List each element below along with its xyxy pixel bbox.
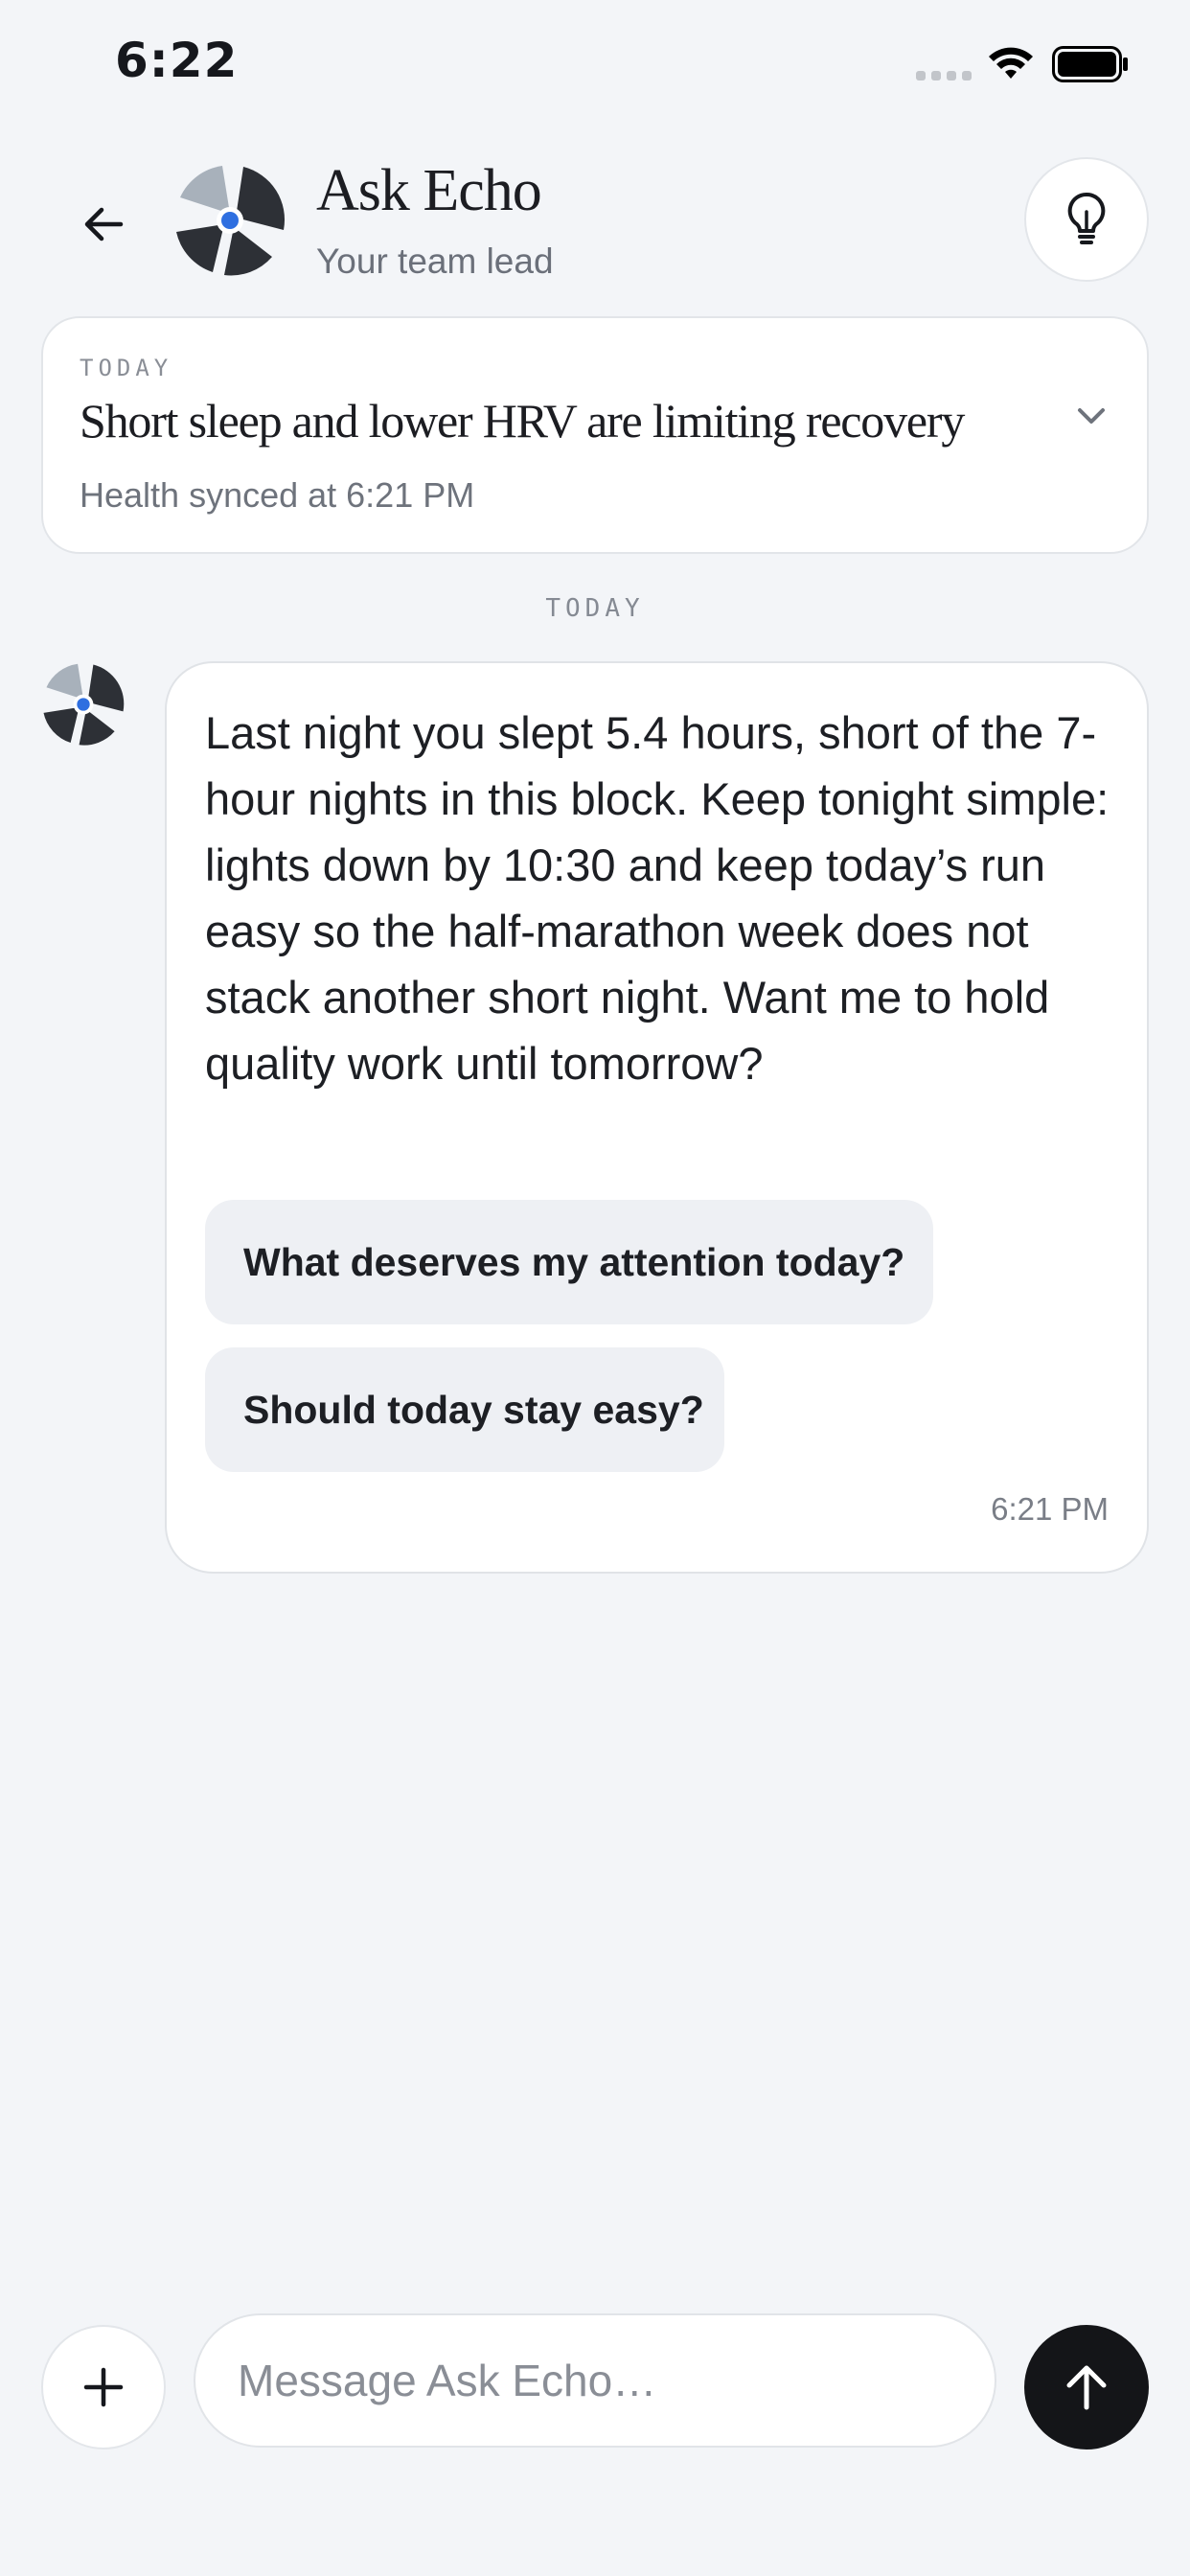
- status-time: 6:22: [115, 33, 239, 88]
- chat-title: Ask Echo: [316, 158, 542, 223]
- back-button[interactable]: [69, 190, 138, 259]
- suggestion-chip[interactable]: What deserves my attention today?: [205, 1200, 933, 1324]
- day-divider: TODAY: [545, 594, 645, 623]
- status-bar: 6:22: [0, 0, 1190, 134]
- tips-button[interactable]: [1024, 157, 1149, 282]
- plus-icon: [83, 2367, 124, 2407]
- lightbulb-icon: [1067, 192, 1106, 244]
- add-attachment-button[interactable]: [41, 2325, 166, 2450]
- chat-subtitle: Your team lead: [316, 242, 554, 281]
- suggestion-chip[interactable]: Should today stay easy?: [205, 1347, 724, 1472]
- cellular-signal-icon: [916, 71, 972, 80]
- message-text: Last night you slept 5.4 hours, short of…: [205, 707, 1110, 1089]
- chevron-down-icon: [1078, 408, 1105, 424]
- message-input[interactable]: [194, 2313, 996, 2448]
- battery-icon: [1052, 46, 1128, 82]
- summary-headline: Short sleep and lower HRV are limiting r…: [80, 394, 965, 448]
- expand-summary-button[interactable]: [1063, 387, 1120, 445]
- daily-summary-card[interactable]: TODAY Short sleep and lower HRV are limi…: [41, 316, 1149, 554]
- message-timestamp: 6:21 PM: [991, 1491, 1109, 1527]
- chat-header: Ask Echo Your team lead: [0, 144, 1190, 297]
- back-arrow-icon: [84, 207, 124, 242]
- health-sync-status: Health synced at 6:21 PM: [80, 475, 475, 515]
- echo-avatar-icon: [43, 663, 125, 746]
- assistant-message: Last night you slept 5.4 hours, short of…: [165, 661, 1149, 1574]
- arrow-up-icon: [1066, 2365, 1107, 2410]
- summary-eyebrow: TODAY: [80, 355, 173, 381]
- echo-logo-icon: [176, 166, 286, 276]
- wifi-icon: [989, 47, 1033, 79]
- send-button[interactable]: [1024, 2325, 1149, 2450]
